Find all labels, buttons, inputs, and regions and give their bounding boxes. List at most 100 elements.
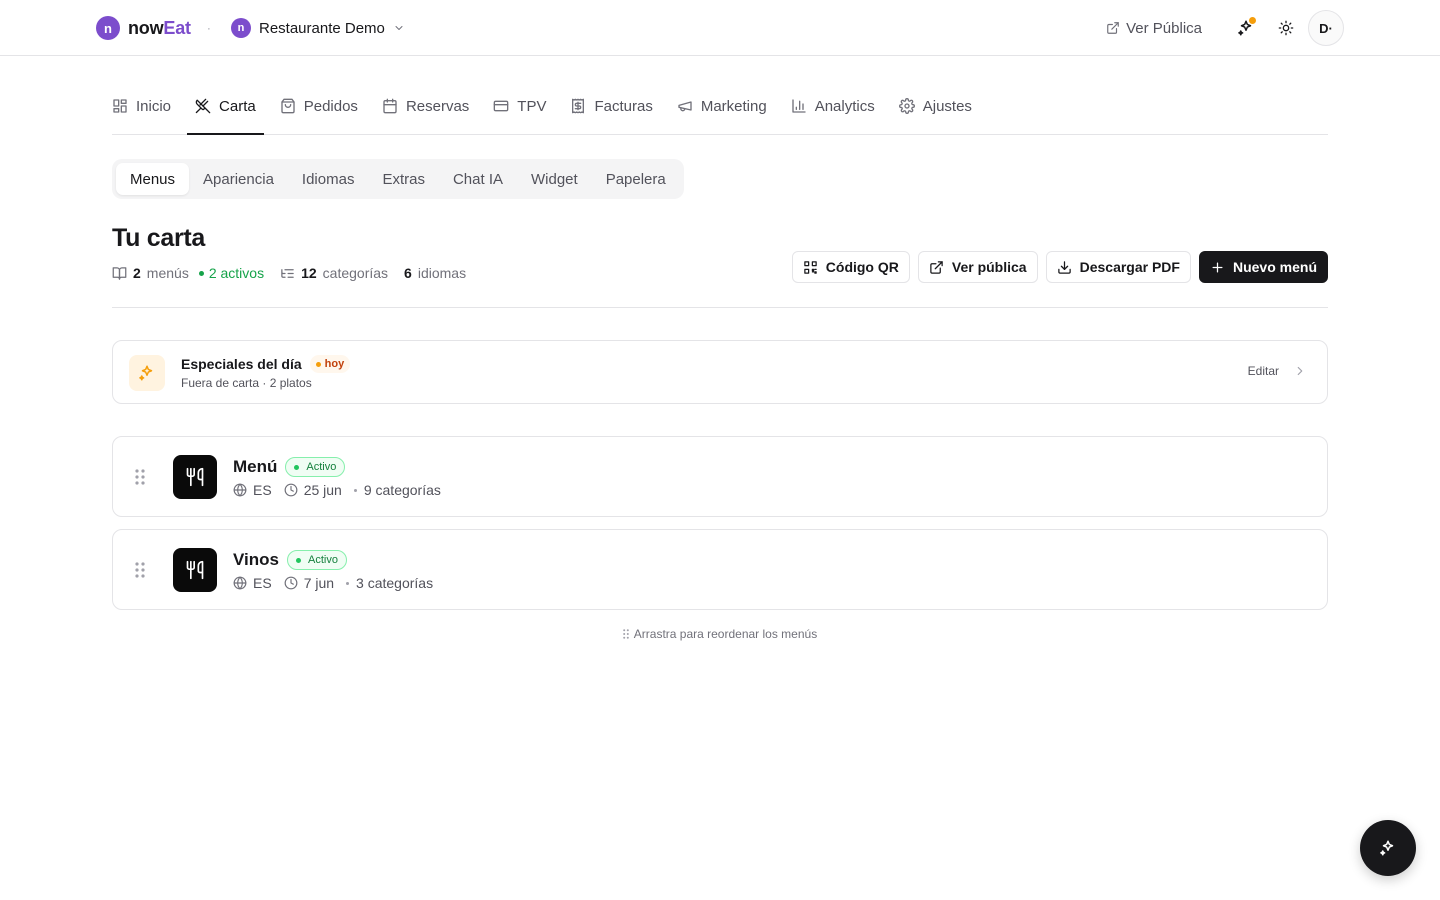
- view-public-button[interactable]: Ver pública: [917, 251, 1038, 283]
- stat-categories-label: categorías: [322, 265, 389, 281]
- stat-languages-label: idiomas: [417, 265, 467, 281]
- avatar[interactable]: D·: [1308, 10, 1344, 46]
- stat-menus-label: menús: [146, 265, 189, 281]
- menu-utensils-tile: [173, 455, 217, 499]
- tab-label: Pedidos: [303, 97, 358, 115]
- view-public-label: Ver Pública: [1126, 19, 1202, 37]
- tab-label: Analytics: [814, 97, 875, 115]
- tab-label: TPV: [517, 97, 547, 115]
- sparkles-icon: [139, 365, 153, 381]
- subtab-extras[interactable]: Extras: [368, 163, 439, 195]
- restaurant-switcher[interactable]: n Restaurante Demo: [231, 18, 405, 38]
- theme-toggle-button[interactable]: [1268, 10, 1304, 46]
- specials-icon-tile: [129, 355, 165, 391]
- stat-active: 2 activos: [198, 265, 265, 281]
- tab-tpv[interactable]: TPV: [493, 86, 546, 126]
- menu-date: 7 jun: [284, 575, 334, 591]
- menu-utensils-tile: [173, 548, 217, 592]
- tab-label: Marketing: [700, 97, 767, 115]
- stat-menus: 2 menús: [112, 265, 189, 281]
- tab-label: Inicio: [136, 97, 172, 115]
- menu-card[interactable]: Menú Activo ES 25 jun 9 categorías: [112, 436, 1328, 517]
- specials-card[interactable]: Especiales del día hoy Fuera de carta · …: [112, 340, 1328, 404]
- tab-analytics[interactable]: Analytics: [791, 86, 875, 126]
- specials-edit-button[interactable]: Editar: [1248, 364, 1307, 378]
- stat-active-label: 2 activos: [208, 265, 265, 281]
- sparkles-icon: [1380, 840, 1394, 856]
- tab-facturas[interactable]: Facturas: [570, 86, 653, 126]
- clock-icon: [284, 576, 298, 590]
- menu-meta: ES 25 jun 9 categorías: [233, 482, 453, 498]
- new-menu-button[interactable]: Nuevo menú: [1198, 251, 1328, 283]
- megaphone-icon: [678, 101, 692, 112]
- external-link-icon: [1107, 22, 1119, 34]
- menu-name-row: Vinos Activo: [233, 550, 347, 570]
- plus-icon: [1212, 262, 1223, 272]
- menu-stats: 2 menús 2 activos 12 categorías 6 idioma…: [112, 264, 482, 282]
- download-pdf-button[interactable]: Descargar PDF: [1045, 251, 1191, 283]
- subtab-chat-ia[interactable]: Chat IA: [439, 163, 517, 195]
- specials-title: Especiales del día: [181, 356, 302, 372]
- chevron-right-icon: [1297, 366, 1303, 376]
- tab-reservas[interactable]: Reservas: [382, 86, 469, 126]
- utensils-icon: [186, 467, 204, 487]
- stat-categories-count: 12: [301, 265, 317, 281]
- specials-subtitle: Fuera de carta · 2 platos: [181, 376, 312, 390]
- grip-icon: [622, 629, 629, 639]
- restaurant-logo: n: [231, 18, 251, 38]
- qr-code-label: Código QR: [825, 259, 899, 275]
- subtab-idiomas[interactable]: Idiomas: [288, 163, 369, 195]
- notification-dot: [1249, 17, 1256, 24]
- brand-separator: ·: [206, 21, 211, 35]
- active-dot: [198, 270, 204, 276]
- tab-marketing[interactable]: Marketing: [677, 86, 767, 126]
- subtab-menus[interactable]: Menus: [116, 163, 190, 195]
- status-badge: Activo: [286, 550, 347, 570]
- subtab-apariencia[interactable]: Apariencia: [189, 163, 288, 195]
- status-badge: Activo: [285, 457, 346, 477]
- grid-icon: [113, 99, 127, 113]
- menu-card[interactable]: Vinos Activo ES 7 jun 3 categorías: [112, 529, 1328, 610]
- subtab-papelera[interactable]: Papelera: [592, 163, 680, 195]
- menu-date: 25 jun: [284, 482, 342, 498]
- drag-handle-icon[interactable]: [135, 469, 145, 485]
- utensils-icon: [186, 560, 204, 580]
- restaurant-name: Restaurante Demo: [259, 19, 385, 37]
- new-menu-label: Nuevo menú: [1232, 259, 1317, 275]
- reorder-hint: Arrastra para reordenar los menús: [0, 627, 1440, 641]
- reorder-hint-text: Arrastra para reordenar los menús: [633, 627, 818, 641]
- menu-meta: ES 7 jun 3 categorías: [233, 575, 445, 591]
- globe-icon: [233, 576, 247, 590]
- edit-label: Editar: [1247, 364, 1279, 378]
- sub-tabs: Menus Apariencia Idiomas Extras Chat IA …: [112, 159, 684, 199]
- gear-icon: [898, 98, 915, 114]
- page-title: Tu carta: [112, 224, 205, 252]
- main-nav: Inicio Carta Pedidos Reservas TPV Factur…: [112, 86, 1328, 135]
- ai-assistant-button[interactable]: [1228, 10, 1264, 46]
- ai-chat-fab[interactable]: [1360, 820, 1416, 876]
- view-public-link[interactable]: Ver Pública: [1106, 20, 1202, 37]
- stat-languages-count: 6: [404, 265, 412, 281]
- menu-name: Menú: [233, 457, 278, 476]
- tab-ajustes[interactable]: Ajustes: [898, 86, 972, 126]
- tab-pedidos[interactable]: Pedidos: [280, 86, 358, 126]
- bar-chart-icon: [792, 99, 806, 113]
- tab-label: Carta: [219, 97, 256, 115]
- list-tree-icon: [281, 268, 294, 278]
- subtab-widget[interactable]: Widget: [517, 163, 592, 195]
- top-bar: n nowEat · n Restaurante Demo Ver Públic…: [0, 0, 1440, 56]
- brand[interactable]: n nowEat ·: [96, 16, 211, 40]
- qr-code-button[interactable]: Código QR: [791, 251, 910, 283]
- calendar-icon: [383, 98, 397, 114]
- globe-icon: [233, 483, 247, 497]
- receipt-icon: [572, 98, 585, 114]
- menu-categories: 3 categorías: [346, 575, 433, 591]
- tab-inicio[interactable]: Inicio: [112, 86, 171, 126]
- tab-carta[interactable]: Carta: [187, 86, 264, 135]
- stat-menus-count: 2: [133, 265, 141, 281]
- view-public-label: Ver pública: [951, 259, 1027, 275]
- clock-icon: [284, 483, 298, 497]
- tab-label: Ajustes: [922, 97, 972, 115]
- drag-handle-icon[interactable]: [135, 562, 145, 578]
- qr-code-icon: [804, 260, 817, 274]
